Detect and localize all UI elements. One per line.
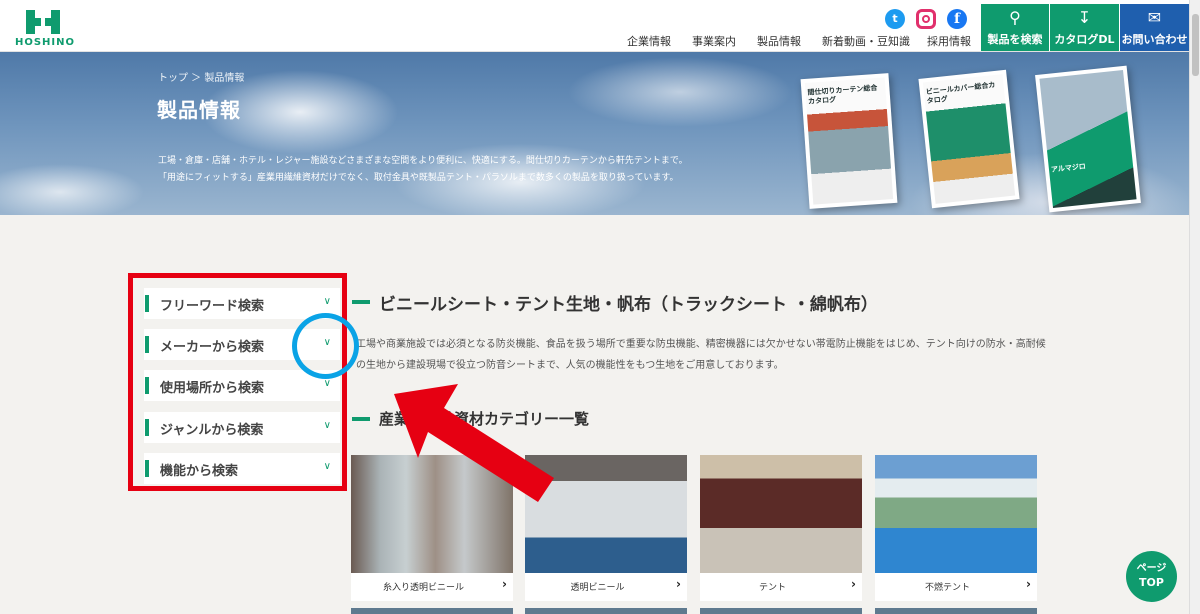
hero-description-line1: 工場・倉庫・店舗・ホテル・レジャー施設などさまざまな空間をより便利に、快適にする… [158,156,688,166]
product-search-button[interactable]: ⚲ 製品を検索 [981,4,1049,51]
magnifier-icon: ⚲ [1009,8,1021,27]
logo-mark-icon [26,10,60,34]
product-search-label: 製品を検索 [987,33,1043,46]
annotation-blue-circle [292,313,359,379]
nav-products[interactable]: 製品情報 [757,33,801,49]
page-top-button[interactable]: ページ TOP [1126,551,1177,602]
page-top-label: ページ [1136,563,1167,574]
scrollbar-thumb[interactable] [1192,14,1199,76]
category-photo [700,455,862,573]
nav-news-videos[interactable]: 新着動画・豆知識 [822,33,910,49]
category-caption: テント [758,583,786,593]
chevron-right-icon: › [676,577,681,591]
download-tray-icon: ↧ [1077,8,1092,27]
page-title: 製品情報 [157,98,241,122]
hoshino-logo[interactable]: HOSHINO [14,10,76,48]
category-card-next-row[interactable] [700,608,862,614]
category-caption: 透明ビニール [570,583,625,593]
annotation-red-arrow [394,384,554,502]
catalog-download-button[interactable]: ↧ カタログDL [1050,4,1119,51]
category-card-noncombustible-tent[interactable]: 不燃テント › [875,455,1037,601]
section-marker [352,417,370,421]
hero-description-line2: 「用途にフィットする」産業用繊維資材だけでなく、取付金具や既製品テント・パラソル… [158,173,679,183]
section-title: ビニールシート・テント生地・帆布（トラックシート ・綿帆布） [379,295,878,315]
category-photo [875,455,1037,573]
page-scrollbar[interactable] [1189,0,1200,614]
twitter-icon[interactable]: t [885,9,905,29]
category-caption: 糸入り透明ビニール [382,583,464,593]
hero-banner: トップ ＞ 製品情報 製品情報 工場・倉庫・店舗・ホテル・レジャー施設などさまざ… [0,52,1189,215]
chevron-right-icon: › [1026,577,1031,591]
envelope-icon: ✉ [1147,8,1162,27]
chevron-right-icon: › [851,577,856,591]
annotation-red-frame [128,273,347,491]
catalog-cover-curtain: 間仕切りカーテン総合カタログ [800,73,898,209]
logo-text: HOSHINO [14,37,76,48]
catalog-download-label: カタログDL [1054,33,1115,46]
catalog-cover-armadillo: アルマジロ [1035,65,1141,213]
category-card-tent[interactable]: テント › [700,455,862,601]
category-card-next-row[interactable] [525,608,687,614]
site-header: HOSHINO t f 企業情報 事業案内 製品情報 新着動画・豆知識 採用情報… [0,0,1200,52]
page-top-label: TOP [1139,576,1164,589]
chevron-right-icon: › [502,577,507,591]
category-card-next-row[interactable] [351,608,513,614]
nav-recruit[interactable]: 採用情報 [927,33,971,49]
category-caption: 不燃テント [924,583,970,593]
contact-label: お問い合わせ [1121,33,1188,46]
facebook-icon[interactable]: f [947,9,967,29]
hero-description: 工場・倉庫・店舗・ホテル・レジャー施設などさまざまな空間をより便利に、快適にする… [158,153,718,187]
instagram-icon[interactable] [916,9,936,29]
catalog-cover-vinyl: ビニールカバー総合カタログ [918,69,1020,209]
category-card-next-row[interactable] [875,608,1037,614]
section-marker [352,300,370,304]
nav-company[interactable]: 企業情報 [627,33,671,49]
contact-button[interactable]: ✉ お問い合わせ [1120,4,1189,51]
section-description-line1: 工場や商業施設では必須となる防炎機能、食品を扱う場所で重要な防虫機能、精密機器に… [356,339,1046,350]
nav-business[interactable]: 事業案内 [692,33,736,49]
breadcrumb[interactable]: トップ ＞ 製品情報 [158,69,244,84]
